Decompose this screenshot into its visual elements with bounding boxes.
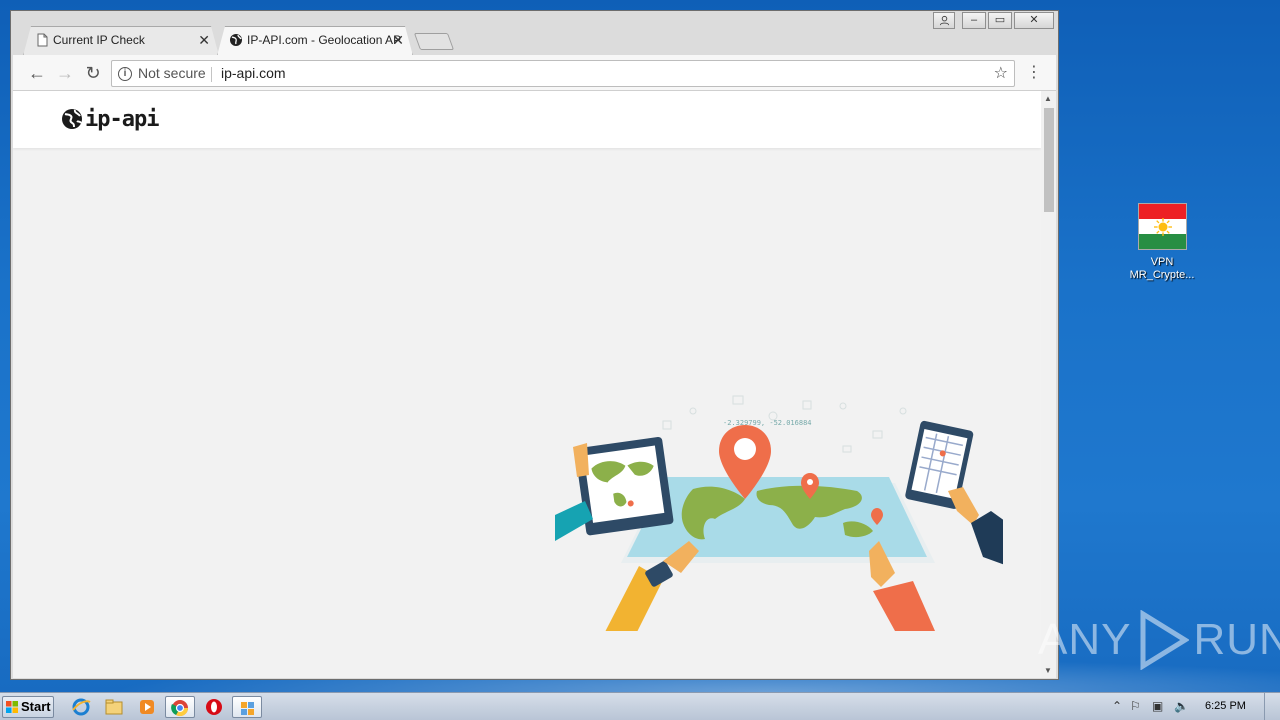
network-icon[interactable]: ▣ bbox=[1152, 699, 1163, 713]
map-illustration: -2.329799, -52.016884 bbox=[555, 395, 1003, 631]
globe-icon bbox=[230, 34, 242, 46]
system-tray: ⌃ ⚐ ▣ 🔈 bbox=[1104, 693, 1280, 720]
profile-icon[interactable] bbox=[933, 12, 955, 29]
kurdistan-flag-icon bbox=[1137, 203, 1187, 250]
sun-icon bbox=[1153, 218, 1172, 236]
tab-title: IP-API.com - Geolocation AP bbox=[247, 33, 402, 47]
browser-window: Current IP Check ✕ IP-API.com - Geolocat… bbox=[10, 10, 1059, 680]
windows-logo-icon bbox=[6, 701, 18, 713]
info-icon[interactable]: i bbox=[118, 67, 132, 81]
scroll-thumb[interactable] bbox=[1044, 108, 1054, 212]
site-header: ip-api bbox=[13, 91, 1041, 148]
globe-icon bbox=[62, 109, 82, 129]
app-window-icon[interactable] bbox=[232, 696, 262, 718]
internet-explorer-icon[interactable] bbox=[66, 696, 96, 718]
clock[interactable]: 6:25 PM bbox=[1205, 700, 1246, 712]
browser-titlebar: Current IP Check ✕ IP-API.com - Geolocat… bbox=[11, 11, 1058, 55]
url-text[interactable]: ip-api.com bbox=[221, 61, 286, 86]
window-close-button[interactable]: ✕ bbox=[1014, 12, 1054, 29]
file-explorer-icon[interactable] bbox=[99, 696, 129, 718]
anyrun-watermark: ANY RUN bbox=[1038, 608, 1280, 672]
back-arrow-icon[interactable]: ← bbox=[25, 61, 49, 85]
bookmark-star-icon[interactable]: ☆ bbox=[994, 61, 1008, 86]
security-label[interactable]: Not secure bbox=[138, 61, 206, 86]
opera-icon[interactable] bbox=[199, 696, 229, 718]
site-logo[interactable]: ip-api bbox=[61, 105, 159, 133]
volume-icon[interactable]: 🔈 bbox=[1174, 699, 1189, 713]
minimize-button[interactable]: – bbox=[962, 12, 986, 29]
pin-center bbox=[734, 438, 756, 460]
tab-ip-api[interactable]: IP-API.com - Geolocation AP ✕ bbox=[217, 26, 413, 56]
forward-arrow-icon[interactable]: → bbox=[53, 61, 77, 85]
page-viewport: ip-api -2.329799, -52.016884 bbox=[13, 91, 1041, 678]
watermark-text: ANY bbox=[1038, 615, 1132, 664]
pin-center bbox=[807, 479, 813, 485]
close-icon[interactable]: ✕ bbox=[392, 26, 404, 54]
media-player-icon[interactable] bbox=[132, 696, 162, 718]
tab-current-ip-check[interactable]: Current IP Check ✕ bbox=[23, 26, 219, 56]
close-icon[interactable]: ✕ bbox=[198, 26, 210, 54]
page-icon bbox=[37, 33, 48, 47]
browser-toolbar: ← → ↻ i Not secure ip-api.com ☆ ⋮ bbox=[13, 55, 1056, 91]
reload-icon[interactable]: ↻ bbox=[81, 61, 105, 85]
sleeve bbox=[555, 501, 593, 541]
new-tab-button[interactable] bbox=[413, 33, 455, 50]
desktop-icon-label: VPN MR_Crypte... bbox=[1120, 256, 1204, 282]
label-line: MR_Crypte... bbox=[1129, 269, 1195, 281]
desktop-icon-vpn[interactable]: VPN MR_Crypte... bbox=[1120, 203, 1204, 282]
logo-text: ip-api bbox=[85, 106, 159, 132]
play-icon bbox=[1140, 610, 1190, 670]
hand bbox=[573, 443, 589, 477]
start-label: Start bbox=[21, 699, 51, 714]
label-line: VPN bbox=[1150, 256, 1174, 268]
address-bar[interactable]: i Not secure ip-api.com ☆ bbox=[111, 60, 1015, 87]
watermark-text: RUN bbox=[1193, 615, 1280, 664]
coordinates-text: -2.329799, -52.016884 bbox=[723, 419, 812, 427]
maximize-button[interactable]: ▭ bbox=[988, 12, 1012, 29]
menu-kebab-icon[interactable]: ⋮ bbox=[1026, 61, 1042, 85]
start-button[interactable]: Start bbox=[2, 696, 54, 718]
taskbar: Start ⌃ ⚐ ▣ 🔈 6:25 PM bbox=[0, 692, 1280, 720]
show-hidden-icons-icon[interactable]: ⌃ bbox=[1112, 699, 1122, 713]
sleeve bbox=[873, 581, 935, 631]
vertical-scrollbar[interactable]: ▲ ▼ bbox=[1041, 91, 1056, 678]
chrome-icon[interactable] bbox=[165, 696, 195, 718]
divider bbox=[211, 67, 212, 82]
action-center-flag-icon[interactable]: ⚐ bbox=[1130, 699, 1141, 713]
tab-title: Current IP Check bbox=[53, 33, 145, 47]
scroll-up-arrow-icon[interactable]: ▲ bbox=[1044, 94, 1052, 103]
show-desktop-button[interactable] bbox=[1264, 693, 1280, 720]
